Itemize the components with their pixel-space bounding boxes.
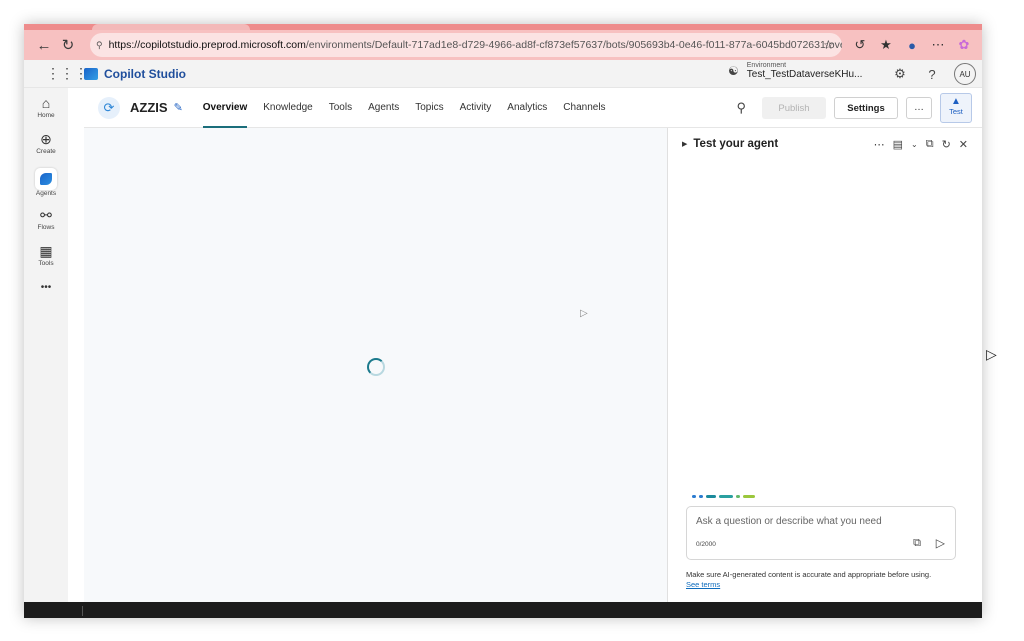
see-terms-link[interactable]: See terms (686, 580, 720, 589)
send-icon[interactable]: ▷ (936, 536, 945, 550)
url-host: https://copilotstudio.preprod.microsoft.… (108, 39, 306, 51)
tools-icon: ▦ (39, 243, 53, 259)
flask-icon: ▲ (951, 96, 961, 107)
url-path: /environments/Default-717ad1e8-d729-4966… (305, 39, 842, 51)
disclaimer-text: Make sure AI-generated content is accura… (686, 570, 932, 579)
tab-topics[interactable]: Topics (407, 88, 451, 128)
nav-label: Home (37, 112, 55, 119)
agents-icon (35, 168, 57, 190)
copilot-studio-logo-icon (84, 67, 98, 80)
environment-label: Environment (746, 62, 787, 69)
panel-toolbar: ⋯ ▤ ⌄ ⧉ ↻ ✕ (874, 138, 968, 152)
copy-icon[interactable]: ⧉ (926, 138, 934, 152)
nav-item-home[interactable]: ⌂ Home (24, 94, 68, 119)
mouse-pointer-icon: ▷ (986, 346, 997, 362)
app-launcher-icon[interactable]: ⋮⋮⋮ (46, 65, 88, 82)
nav-label: Create (36, 148, 56, 155)
attach-icon[interactable]: ⧉ (913, 537, 921, 550)
nav-label: Flows (37, 224, 55, 231)
lock-icon: ⚲ (96, 39, 103, 50)
back-arrow-icon[interactable]: ← (32, 33, 56, 57)
settings-gear-icon[interactable]: ⚙ (890, 66, 910, 82)
agent-name: AZZIS (130, 100, 168, 115)
app-name[interactable]: Copilot Studio (104, 67, 186, 81)
test-agent-panel: ▶ Test your agent ⋯ ▤ ⌄ ⧉ ↻ ✕ 0/2000 ⧉ ▷… (667, 128, 982, 602)
tab-agents[interactable]: Agents (360, 88, 407, 128)
tab-knowledge[interactable]: Knowledge (255, 88, 320, 128)
overview-canvas: ▷ (84, 128, 667, 602)
nav-item-tools[interactable]: ▦ Tools (24, 242, 68, 267)
publish-button[interactable]: Publish (762, 97, 826, 119)
panel-header[interactable]: ▶ Test your agent (682, 138, 778, 150)
tab-activity[interactable]: Activity (452, 88, 500, 128)
avatar[interactable]: AU (954, 63, 976, 85)
url-text: https://copilotstudio.preprod.microsoft.… (109, 39, 842, 51)
map-icon[interactable]: ▤ (893, 138, 903, 152)
environment-value: Test_TestDataverseKHu... (746, 69, 863, 80)
agent-avatar-icon: ⟳ (98, 96, 120, 119)
refresh-icon[interactable]: ↻ (56, 33, 80, 57)
copilot-icon[interactable]: ✿ (954, 35, 974, 55)
environment-icon: ☯ (728, 64, 739, 78)
search-icon[interactable]: ⚲ (736, 100, 746, 116)
more-actions-button[interactable]: … (906, 97, 932, 119)
close-icon[interactable]: ✕ (959, 138, 968, 152)
more-options-icon[interactable]: ⋯ (874, 138, 885, 152)
loading-dots (692, 495, 755, 498)
environment-selector[interactable]: ☯ Environment Test_TestDataverseKHu... (728, 62, 862, 80)
more-options-icon[interactable]: ⋯ (928, 35, 948, 55)
agent-tabs: Overview Knowledge Tools Agents Topics A… (195, 88, 614, 128)
tab-tools[interactable]: Tools (321, 88, 360, 128)
address-bar[interactable]: ⚲ https://copilotstudio.preprod.microsof… (90, 33, 842, 57)
tab-overview[interactable]: Overview (195, 88, 255, 128)
nav-label: Agents (35, 190, 57, 197)
favorite-star-icon[interactable]: ☆ (823, 38, 834, 52)
app-header: ⋮⋮⋮ Copilot Studio ☯ Environment Test_Te… (24, 60, 982, 88)
extensions-icon[interactable]: ↺ (850, 35, 870, 55)
chevron-down-icon[interactable]: ⌄ (911, 138, 918, 152)
taskbar (24, 602, 982, 618)
home-icon: ⌂ (41, 95, 51, 111)
favorites-icon[interactable]: ★ (876, 35, 896, 55)
mouse-cursor-icon: ▷ (580, 308, 588, 319)
taskbar-divider (82, 606, 83, 616)
flows-icon: ⚯ (40, 207, 52, 223)
browser-toolbar: ← ↻ ⚲ https://copilotstudio.preprod.micr… (24, 30, 982, 60)
browser-window: ← ↻ ⚲ https://copilotstudio.preprod.micr… (24, 24, 982, 618)
ai-disclaimer: Make sure AI-generated content is accura… (686, 570, 936, 590)
chat-composer: 0/2000 ⧉ ▷ (686, 506, 956, 560)
char-count: 0/2000 (696, 541, 716, 548)
edit-agent-icon[interactable]: ✎ (174, 101, 183, 114)
nav-item-create[interactable]: ⊕ Create (24, 130, 68, 155)
nav-item-agents[interactable]: Agents (24, 168, 68, 197)
agent-header: ⟳ AZZIS ✎ Overview Knowledge Tools Agent… (84, 88, 982, 128)
nav-item-flows[interactable]: ⚯ Flows (24, 206, 68, 231)
tab-analytics[interactable]: Analytics (499, 88, 555, 128)
profile-icon[interactable]: ● (902, 35, 922, 55)
settings-button[interactable]: Settings (834, 97, 898, 119)
test-button[interactable]: ▲ Test (940, 93, 972, 123)
test-label: Test (949, 107, 963, 116)
plus-circle-icon: ⊕ (40, 131, 52, 147)
refresh-icon[interactable]: ↻ (942, 138, 951, 152)
panel-title: Test your agent (693, 138, 779, 150)
chat-input[interactable] (696, 516, 946, 527)
help-icon[interactable]: ? (922, 67, 942, 82)
nav-label: Tools (38, 260, 54, 267)
caret-right-icon[interactable]: ▶ (682, 140, 687, 148)
nav-more-button[interactable]: ••• (24, 282, 68, 293)
loading-spinner-icon (367, 358, 385, 376)
left-nav-rail: ⌂ Home ⊕ Create Agents ⚯ Flows ▦ Tools •… (24, 88, 68, 618)
tab-channels[interactable]: Channels (555, 88, 613, 128)
